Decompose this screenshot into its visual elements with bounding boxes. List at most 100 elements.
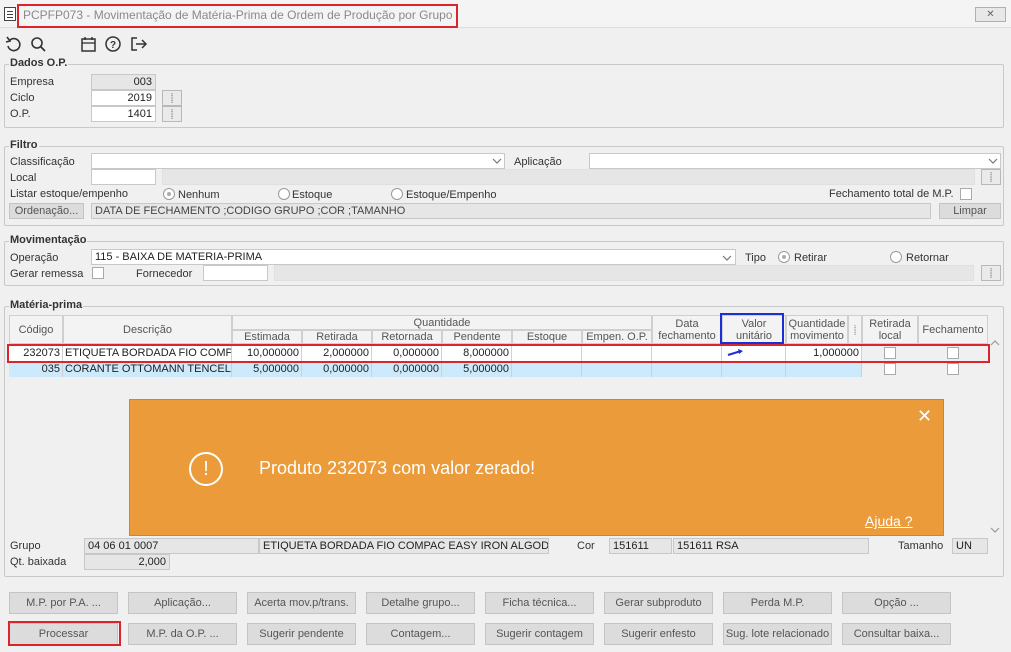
op-picker-button[interactable]: ⸽ [162, 106, 182, 122]
sugerir-enfesto-button[interactable]: Sugerir enfesto [604, 623, 713, 645]
cell-retornada[interactable]: 0,000000 [372, 362, 442, 377]
title-highlight [17, 4, 458, 28]
cell-retirada[interactable]: 0,000000 [302, 362, 372, 377]
col-empen-op[interactable]: Empen. O.P. [582, 330, 652, 344]
gerar-subproduto-button[interactable]: Gerar subproduto [604, 592, 713, 614]
mp-da-op-button[interactable]: M.P. da O.P. ... [128, 623, 237, 645]
help-icon[interactable]: ? [105, 36, 123, 52]
listar-label: Listar estoque/empenho [10, 188, 129, 200]
col-pick-icon[interactable]: ⸽ [848, 315, 862, 344]
local-picker-button[interactable]: ⸽ [981, 169, 1001, 185]
ordenacao-button[interactable]: Ordenação... [9, 203, 84, 219]
retirada-local-checkbox[interactable] [884, 363, 896, 375]
chevron-up-icon[interactable] [990, 338, 1000, 350]
col-pendente[interactable]: Pendente [442, 330, 512, 344]
cor-code: 151611 [609, 538, 672, 554]
aplicacao-button[interactable]: Aplicação... [128, 592, 237, 614]
radio-retornar[interactable] [890, 251, 902, 263]
radio-retirar[interactable] [778, 251, 790, 263]
col-fechamento[interactable]: Fechamento [918, 315, 988, 344]
fechamento-checkbox[interactable] [947, 363, 959, 375]
col-retirada[interactable]: Retirada [302, 330, 372, 344]
acerta-mov-button[interactable]: Acerta mov.p/trans. [247, 592, 356, 614]
chevron-down-icon[interactable] [990, 525, 1000, 537]
local-label: Local [10, 172, 37, 184]
window-close-button[interactable]: ✕ [975, 7, 1006, 22]
classificacao-select[interactable] [91, 153, 505, 169]
chevron-down-icon [722, 253, 732, 265]
cell-estoque[interactable] [512, 362, 582, 377]
cor-description: 151611 RSA [673, 538, 869, 554]
radio-estoque[interactable] [278, 188, 290, 200]
chevron-down-icon [492, 156, 502, 168]
grupo-description: ETIQUETA BORDADA FIO COMPAC EASY IRON AL… [259, 538, 549, 554]
tamanho-label: Tamanho [898, 540, 944, 552]
cell-valor-unitario[interactable] [722, 362, 786, 377]
col-estoque[interactable]: Estoque [512, 330, 582, 344]
col-codigo[interactable]: Código [9, 315, 63, 344]
chevron-down-icon [988, 156, 998, 168]
gerar-remessa-checkbox[interactable] [92, 267, 104, 279]
exit-icon[interactable] [130, 36, 148, 52]
movimentacao-legend: Movimentação [9, 234, 88, 246]
cell-codigo[interactable]: 035 [9, 362, 63, 377]
gerar-remessa-label: Gerar remessa [10, 268, 84, 280]
cell-pendente[interactable]: 5,000000 [442, 362, 512, 377]
radio-nenhum[interactable] [163, 188, 175, 200]
col-data-fechamento[interactable]: Data fechamento [652, 315, 722, 344]
col-descricao[interactable]: Descrição [63, 315, 232, 344]
fornecedor-description [274, 265, 974, 281]
fornecedor-picker-button[interactable]: ⸽ [981, 265, 1001, 281]
cell-quantidade-movimento[interactable] [786, 362, 862, 377]
svg-text:?: ? [110, 40, 116, 51]
col-quantidade: Quantidade [232, 315, 652, 330]
ciclo-label: Ciclo [10, 92, 35, 104]
cell-estimada[interactable]: 5,000000 [232, 362, 302, 377]
alert-message: Produto 232073 com valor zerado! [259, 458, 536, 478]
tipo-label: Tipo [745, 252, 766, 264]
dados-op-legend: Dados O.P. [9, 57, 69, 69]
cell-empen-op[interactable] [582, 362, 652, 377]
radio-retornar-label: Retornar [906, 252, 949, 264]
op-field[interactable]: 1401 [91, 106, 156, 122]
operacao-select[interactable]: 115 - BAIXA DE MATERIA-PRIMA [91, 249, 736, 265]
col-retornada[interactable]: Retornada [372, 330, 442, 344]
opcao-button[interactable]: Opção ... [842, 592, 951, 614]
grid-scrollbar[interactable] [988, 340, 1002, 537]
limpar-button[interactable]: Limpar [939, 203, 1001, 219]
radio-retirar-label: Retirar [794, 252, 828, 264]
col-estimada[interactable]: Estimada [232, 330, 302, 344]
detalhe-grupo-button[interactable]: Detalhe grupo... [366, 592, 475, 614]
radio-nenhum-label: Nenhum [178, 189, 220, 201]
mp-por-pa-button[interactable]: M.P. por P.A. ... [9, 592, 118, 614]
help-link[interactable]: Ajuda ? [865, 513, 912, 529]
grupo-code: 04 06 01 0007 [84, 538, 259, 554]
perda-mp-button[interactable]: Perda M.P. [723, 592, 832, 614]
undo-icon[interactable] [5, 36, 23, 52]
sug-lote-relacionado-button[interactable]: Sug. lote relacionado [723, 623, 832, 645]
ciclo-field[interactable]: 2019 [91, 90, 156, 106]
classificacao-label: Classificação [10, 156, 75, 168]
consultar-baixa-button[interactable]: Consultar baixa... [842, 623, 951, 645]
local-field[interactable] [91, 169, 156, 185]
cell-data-fechamento[interactable] [652, 362, 722, 377]
row-highlight [7, 344, 990, 363]
col-retirada-local[interactable]: Retirada local [862, 315, 918, 344]
cell-descricao[interactable]: CORANTE OTTOMANN TENCEL CO [63, 362, 232, 377]
operacao-label: Operação [10, 252, 59, 264]
radio-estoque-empenho[interactable] [391, 188, 403, 200]
col-quantidade-movimento[interactable]: Quantidade movimento [786, 315, 848, 344]
contagem-button[interactable]: Contagem... [366, 623, 475, 645]
app-icon [4, 7, 16, 21]
close-icon[interactable]: ✕ [917, 406, 932, 427]
ficha-tecnica-button[interactable]: Ficha técnica... [485, 592, 594, 614]
fechamento-total-checkbox[interactable] [960, 188, 972, 200]
fornecedor-field[interactable] [203, 265, 268, 281]
radio-estoque-empenho-label: Estoque/Empenho [406, 189, 497, 201]
sugerir-pendente-button[interactable]: Sugerir pendente [247, 623, 356, 645]
sugerir-contagem-button[interactable]: Sugerir contagem [485, 623, 594, 645]
calendar-icon[interactable] [80, 36, 98, 52]
aplicacao-select[interactable] [589, 153, 1001, 169]
ciclo-picker-button[interactable]: ⸽ [162, 90, 182, 106]
search-icon[interactable] [30, 36, 48, 52]
